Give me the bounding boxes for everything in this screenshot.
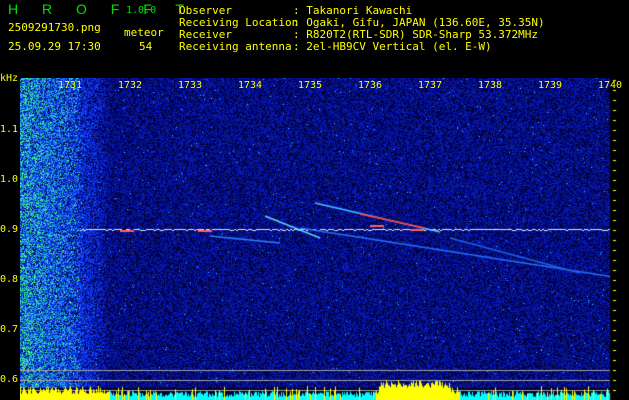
x-tick-label: 1734: [238, 80, 263, 91]
spectrogram: [20, 78, 620, 400]
y-tick-label: 1.1: [0, 124, 19, 135]
x-tick-label: 1739: [538, 80, 563, 91]
x-tick-label: 1737: [418, 80, 443, 91]
info-label-antenna: Receiving antenna: [179, 40, 292, 53]
x-tick-label: 1731: [58, 80, 83, 91]
file-name: 2509291730.png: [8, 21, 101, 34]
x-tick-label: 1733: [178, 80, 203, 91]
y-tick-label: 1.0: [0, 174, 19, 185]
meteor-count: 54: [139, 40, 153, 53]
meteor-label: meteor: [124, 26, 164, 39]
y-tick-label: 0.9: [0, 224, 19, 235]
app-version: 1.0.0: [126, 5, 157, 16]
y-tick-label: 0.7: [0, 324, 19, 335]
y-tick-label: 0.8: [0, 274, 19, 285]
y-unit-label: kHz: [0, 73, 19, 84]
app-title: H R O F F T: [8, 1, 194, 17]
x-tick-label: 1736: [358, 80, 383, 91]
file-datetime: 25.09.29 17:30: [8, 40, 101, 53]
x-tick-label: 1732: [118, 80, 143, 91]
x-tick-label: 1735: [298, 80, 323, 91]
y-tick-label: 0.6: [0, 374, 19, 385]
x-tick-label: 1738: [478, 80, 503, 91]
x-tick-label: 1740: [598, 80, 623, 91]
info-value-antenna: : 2el-HB9CV Vertical (el. E-W): [293, 40, 492, 53]
